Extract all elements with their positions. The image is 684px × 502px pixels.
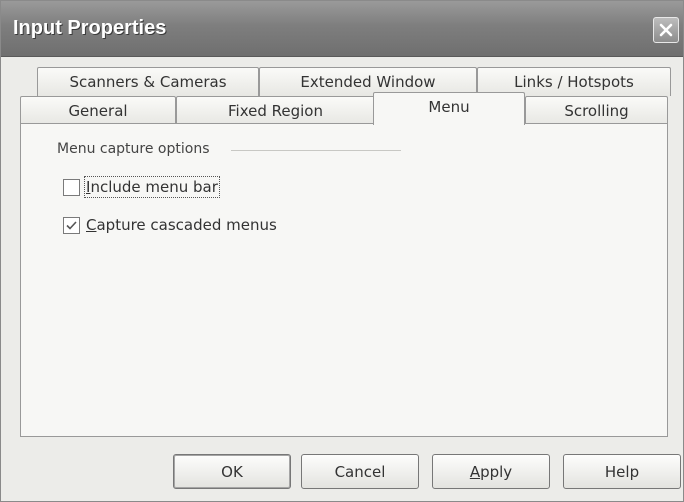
mnemonic-a: A [469, 462, 481, 481]
input-properties-dialog: Input Properties Scanners & Cameras Exte… [0, 0, 684, 502]
group-label-menu-capture: Menu capture options [57, 141, 210, 157]
capture-cascaded-text: apture cascaded menus [96, 216, 277, 234]
checkmark-icon [66, 220, 77, 230]
menu-tab-panel: Menu capture options Include menu bar Ca… [20, 123, 668, 437]
apply-button[interactable]: Apply [432, 454, 550, 489]
capture-cascaded-checkbox[interactable] [63, 216, 80, 234]
apply-label: Apply [470, 463, 512, 481]
title-bar[interactable]: Input Properties [1, 1, 683, 57]
include-menu-bar-checkbox[interactable] [63, 178, 80, 196]
cancel-label: Cancel [334, 462, 386, 481]
tab-general[interactable]: General [20, 96, 176, 125]
tab-label: General [68, 102, 128, 120]
mnemonic-c: C [86, 216, 97, 234]
tab-label: Menu [428, 98, 470, 116]
apply-text: pply [480, 462, 513, 481]
group-divider [231, 150, 401, 151]
tab-fixed-region[interactable]: Fixed Region [176, 96, 375, 125]
close-button[interactable] [653, 17, 679, 43]
tab-label: Scanners & Cameras [69, 73, 227, 91]
tab-menu[interactable]: Menu [373, 92, 525, 125]
include-menu-bar-label[interactable]: Include menu bar [84, 176, 220, 198]
ok-button[interactable]: OK [173, 454, 291, 489]
tab-scanners-cameras[interactable]: Scanners & Cameras [37, 67, 259, 96]
ok-label: OK [221, 462, 243, 481]
tab-label: Links / Hotspots [514, 73, 634, 91]
tab-label: Fixed Region [228, 102, 323, 120]
window-title: Input Properties [13, 17, 167, 39]
capture-cascaded-label[interactable]: Capture cascaded menus [86, 216, 277, 234]
help-label: Help [604, 462, 640, 481]
capture-cascaded-option[interactable]: Capture cascaded menus [63, 216, 277, 234]
help-button[interactable]: Help [563, 454, 681, 489]
include-menu-bar-option[interactable]: Include menu bar [63, 176, 220, 198]
cancel-button[interactable]: Cancel [301, 454, 419, 489]
tab-label: Extended Window [300, 73, 436, 91]
tab-scrolling[interactable]: Scrolling [525, 96, 668, 125]
tab-label: Scrolling [564, 102, 629, 120]
include-menu-bar-text: nclude menu bar [90, 178, 218, 196]
close-icon [659, 23, 673, 37]
